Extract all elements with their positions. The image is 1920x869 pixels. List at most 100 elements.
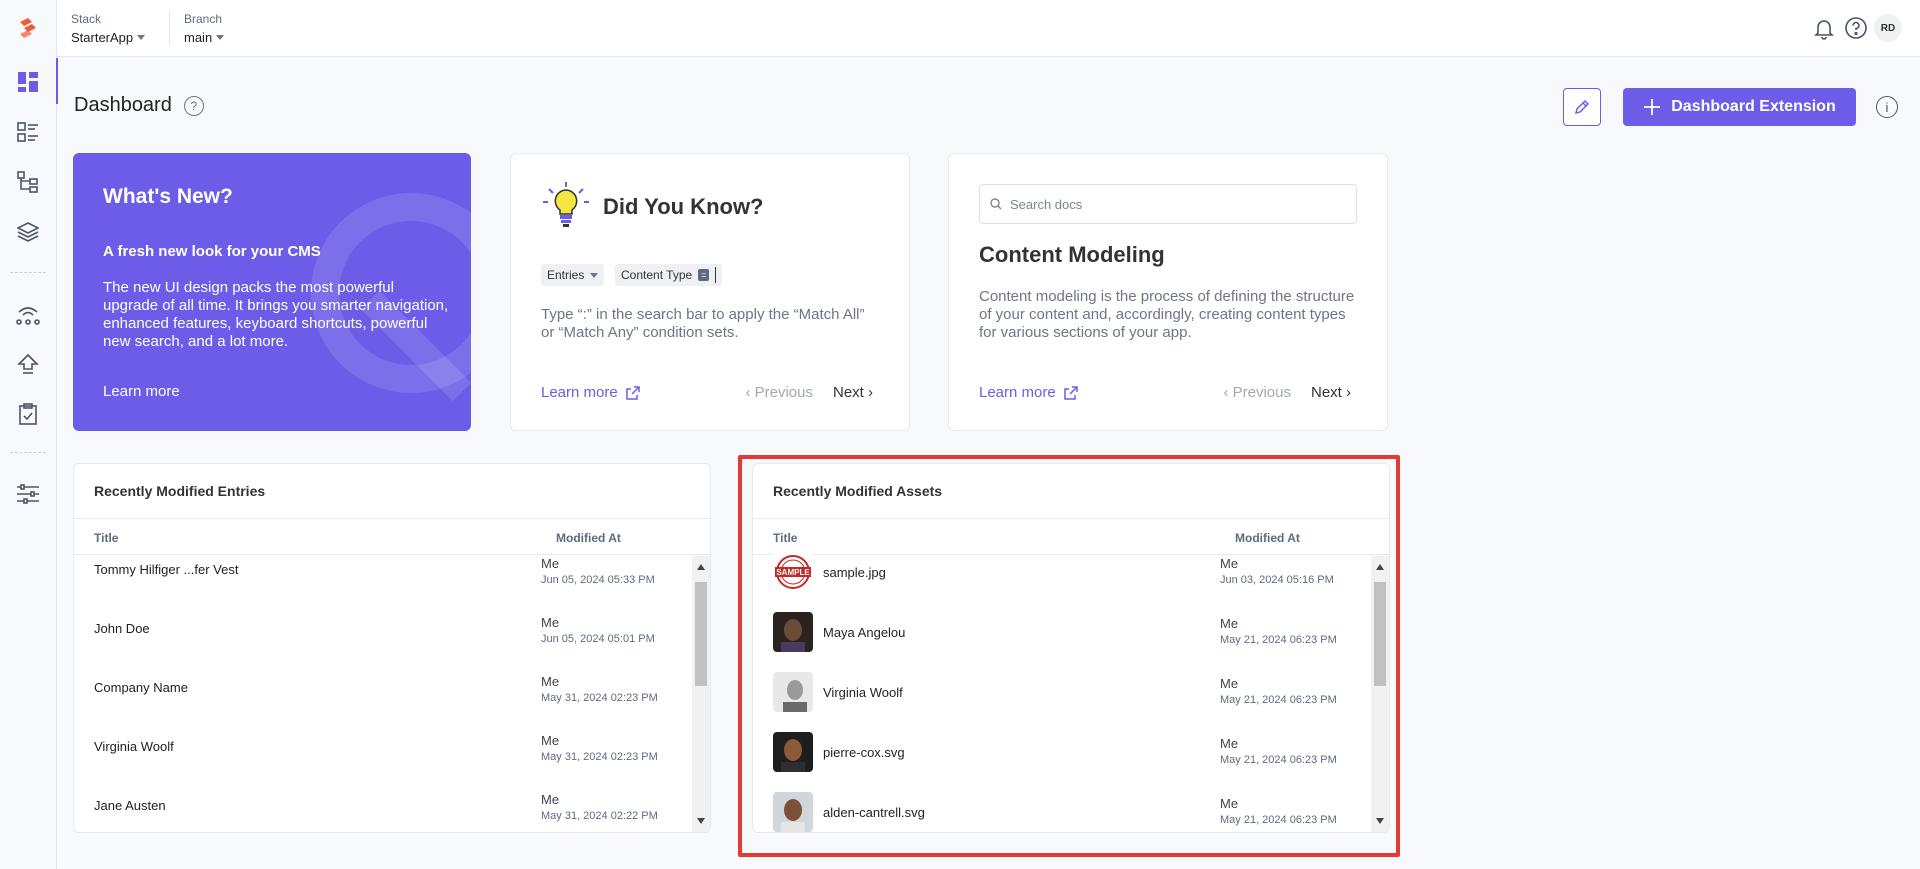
entry-title: Tommy Hilfiger ...fer Vest [94,562,239,577]
text-cursor [715,267,717,283]
top-bar: Stack StarterApp Branch main RD [57,0,1920,57]
plus-icon [1644,99,1661,115]
entries-rows: Tommy Hilfiger ...fer Vest Me Jun 05, 20… [74,556,692,832]
scroll-up-icon[interactable] [697,564,705,570]
workflow-icon[interactable] [14,400,42,428]
whats-new-subtitle: A fresh new look for your CMS [103,243,321,260]
did-you-know-card: Did You Know? Entries Content Type = Typ… [510,153,910,431]
entries-scrollbar[interactable] [692,556,710,832]
modified-by: Me [541,556,560,571]
next-label: Next [832,384,864,401]
info-icon[interactable]: i [1876,96,1898,118]
scroll-down-icon[interactable] [697,818,705,824]
did-you-know-body: Type “:” in the search bar to apply the … [541,306,865,341]
did-you-know-previous-button[interactable]: ‹ Previous [745,384,813,401]
left-rail [0,0,58,869]
entries-chip-label: Entries [547,268,585,282]
stack-value: StarterApp [71,30,134,45]
entries-chip: Entries [541,264,605,286]
table-header: Title Modified At [74,518,710,555]
recent-entries-card: Recently Modified Entries Title Modified… [73,463,711,833]
dashboard-extension-label: Dashboard Extension [1671,98,1836,115]
content-type-chip: Content Type = [615,264,723,286]
entry-title: Virginia Woolf [94,739,174,754]
next-label: Next [1310,384,1342,401]
branch-selector[interactable]: Branch main [184,12,225,45]
table-row[interactable]: Jane Austen Me May 31, 2024 02:22 PM [74,792,692,832]
releases-icon[interactable] [14,300,42,328]
external-link-icon [625,385,640,400]
table-row[interactable]: John Doe Me Jun 05, 2024 05:01 PM [74,615,692,674]
scroll-thumb[interactable] [695,582,707,686]
settings-icon[interactable] [14,480,42,508]
did-you-know-pager: ‹ Previous Next › [745,384,873,401]
table-row[interactable]: Tommy Hilfiger ...fer Vest Me Jun 05, 20… [74,556,692,615]
entry-title: Company Name [94,680,188,695]
previous-label: Previous [1232,384,1291,401]
stack-label: Stack [71,12,102,26]
chevron-right-icon: › [1341,384,1351,401]
docs-card: Search docs Content Modeling Content mod… [948,153,1388,431]
whats-new-card: What's New? A fresh new look for your CM… [73,153,471,431]
assets-icon[interactable] [14,218,42,246]
entry-title: John Doe [94,621,150,636]
dashboard-extension-button[interactable]: Dashboard Extension [1623,88,1856,126]
did-you-know-learn-more-label: Learn more [541,384,618,401]
docs-previous-button[interactable]: ‹ Previous [1223,384,1291,401]
content-modeling-body: Content modeling is the process of defin… [979,288,1355,341]
did-you-know-title: Did You Know? [603,194,764,219]
branch-label: Branch [184,12,223,26]
bulb-icon [541,180,591,230]
modified-date: May 31, 2024 02:23 PM [541,692,658,704]
docs-pager: ‹ Previous Next › [1223,384,1351,401]
whats-new-title: What's New? [103,185,233,208]
page-header: Dashboard ? [74,94,204,117]
previous-label: Previous [754,384,813,401]
did-you-know-next-button[interactable]: Next › [833,384,873,401]
modified-by: Me [541,615,560,630]
modified-date: May 31, 2024 02:23 PM [541,751,658,763]
modified-date: May 31, 2024 02:22 PM [541,810,658,822]
deploy-icon[interactable] [14,350,42,378]
docs-next-button[interactable]: Next › [1311,384,1351,401]
caret-down-icon [137,35,146,40]
entry-title: Jane Austen [94,798,166,813]
table-row[interactable]: Company Name Me May 31, 2024 02:23 PM [74,674,692,733]
stack-selector[interactable]: Stack StarterApp [71,12,146,45]
equals-operator: = [698,269,710,281]
col-modified-at: Modified At [556,531,621,545]
entries-icon[interactable] [14,118,42,146]
content-models-icon[interactable] [14,168,42,196]
pencil-icon [1574,99,1590,115]
content-type-chip-label: Content Type [621,268,693,282]
modified-by: Me [541,733,560,748]
dashboard-icon[interactable] [14,58,58,104]
table-row[interactable]: Virginia Woolf Me May 31, 2024 02:23 PM [74,733,692,792]
page-title: Dashboard [74,94,172,116]
avatar[interactable]: RD [1874,14,1902,42]
logo-icon[interactable] [14,14,42,42]
whats-new-learn-more-link[interactable]: Learn more [103,383,180,400]
search-docs-placeholder: Search docs [1010,196,1083,212]
chevron-left-icon: ‹ [745,384,755,401]
modified-by: Me [541,792,560,807]
did-you-know-learn-more-link[interactable]: Learn more [541,384,640,401]
docs-learn-more-label: Learn more [979,384,1056,401]
external-link-icon [1063,385,1078,400]
recent-entries-title: Recently Modified Entries [94,483,266,499]
modified-date: Jun 05, 2024 05:01 PM [541,633,655,645]
help-circle-icon[interactable]: ? [183,95,204,116]
bell-icon[interactable] [1810,14,1838,42]
whats-new-body: The new UI design packs the most powerfu… [103,279,449,350]
col-title: Title [94,531,119,545]
caret-down-icon [590,272,599,278]
branch-value: main [184,30,213,45]
search-docs-input[interactable]: Search docs [979,184,1357,224]
search-icon [990,198,1002,210]
help-icon[interactable] [1842,14,1870,42]
docs-learn-more-link[interactable]: Learn more [979,384,1078,401]
chevron-left-icon: ‹ [1223,384,1233,401]
content-modeling-title: Content Modeling [979,242,1165,267]
edit-dashboard-button[interactable] [1563,88,1601,126]
modified-by: Me [541,674,560,689]
